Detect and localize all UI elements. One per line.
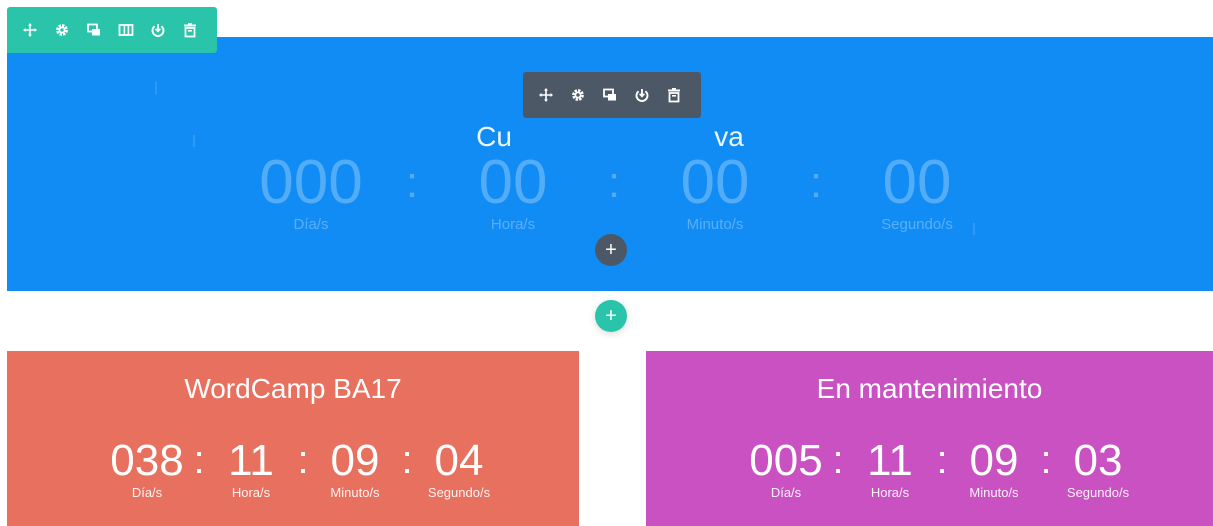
countdown-title: Cu va [476, 121, 744, 152]
faint-mark [155, 82, 157, 94]
separator: : [405, 158, 419, 207]
hours-value: 11 [867, 436, 913, 485]
days-value: 038 [110, 436, 184, 485]
minutes-label: Minuto/s [969, 485, 1019, 500]
delete-icon[interactable] [663, 84, 685, 106]
days-label: Día/s [131, 485, 163, 500]
seconds-value: 04 [434, 436, 484, 485]
hours-value: 11 [228, 436, 274, 485]
minutes-label: Minuto/s [330, 485, 380, 500]
separator: : [401, 438, 413, 482]
hours-value: 00 [478, 148, 548, 217]
module-toolbar [523, 72, 701, 118]
hours-unit: 00 Hora/s [451, 150, 575, 234]
separator: : [193, 438, 205, 482]
card-title: En mantenimiento [816, 373, 1043, 404]
seconds-label: Segundo/s [427, 485, 491, 500]
separator: : [297, 438, 309, 482]
minutes-unit: 00 Minuto/s [653, 150, 777, 234]
separator: : [832, 438, 844, 482]
save-icon[interactable] [631, 84, 653, 106]
days-label: Día/s [293, 216, 329, 233]
days-unit: 038 Día/s [102, 437, 192, 501]
countdown-card-maintenance: En mantenimiento 005 Día/s : 11 Hora/s :… [646, 351, 1213, 526]
separator: : [607, 158, 621, 207]
seconds-unit: 00 Segundo/s [855, 150, 979, 234]
minutes-value: 09 [969, 436, 1019, 485]
minutes-value: 00 [680, 148, 750, 217]
days-label: Día/s [770, 485, 802, 500]
separator: : [936, 438, 948, 482]
row-toolbar [7, 7, 217, 53]
countdown-timer: 000 Día/s : 00 Hora/s : 00 Minuto/s : 00… [249, 150, 979, 234]
move-icon[interactable] [19, 19, 41, 41]
seconds-label: Segundo/s [881, 216, 953, 233]
days-unit: 005 Día/s [741, 437, 831, 501]
minutes-unit: 09 Minuto/s [949, 437, 1039, 501]
countdown-timer: 005 Día/s : 11 Hora/s : 09 Minuto/s : 03… [741, 437, 1143, 501]
hours-unit: 11 Hora/s [845, 437, 935, 501]
seconds-value: 00 [882, 148, 952, 217]
add-module-button[interactable]: + [595, 234, 627, 266]
seconds-label: Segundo/s [1066, 485, 1130, 500]
save-icon[interactable] [147, 19, 169, 41]
countdown-card-wordcamp: WordCamp BA17 038 Día/s : 11 Hora/s : 09… [7, 351, 579, 526]
minutes-unit: 09 Minuto/s [310, 437, 400, 501]
separator: : [1040, 438, 1052, 482]
days-unit: 000 Día/s [249, 150, 373, 234]
settings-icon[interactable] [567, 84, 589, 106]
minutes-label: Minuto/s [686, 216, 744, 233]
hours-label: Hora/s [231, 485, 271, 500]
seconds-unit: 03 Segundo/s [1053, 437, 1143, 501]
hours-label: Hora/s [490, 216, 536, 233]
add-row-button[interactable]: + [595, 300, 627, 332]
duplicate-icon[interactable] [83, 19, 105, 41]
delete-icon[interactable] [179, 19, 201, 41]
card-title: WordCamp BA17 [184, 373, 402, 404]
duplicate-icon[interactable] [599, 84, 621, 106]
days-value: 000 [259, 148, 363, 217]
days-value: 005 [749, 436, 823, 485]
hours-label: Hora/s [870, 485, 910, 500]
settings-icon[interactable] [51, 19, 73, 41]
separator: : [809, 158, 823, 207]
move-icon[interactable] [535, 84, 557, 106]
page: Cu va 000 Día/s : 00 Hora/s : 00 Minuto/… [0, 0, 1213, 526]
countdown-timer: 038 Día/s : 11 Hora/s : 09 Minuto/s : 04… [102, 437, 504, 501]
minutes-value: 09 [330, 436, 380, 485]
seconds-unit: 04 Segundo/s [414, 437, 504, 501]
columns-icon[interactable] [115, 19, 137, 41]
hours-unit: 11 Hora/s [206, 437, 296, 501]
seconds-value: 03 [1073, 436, 1123, 485]
